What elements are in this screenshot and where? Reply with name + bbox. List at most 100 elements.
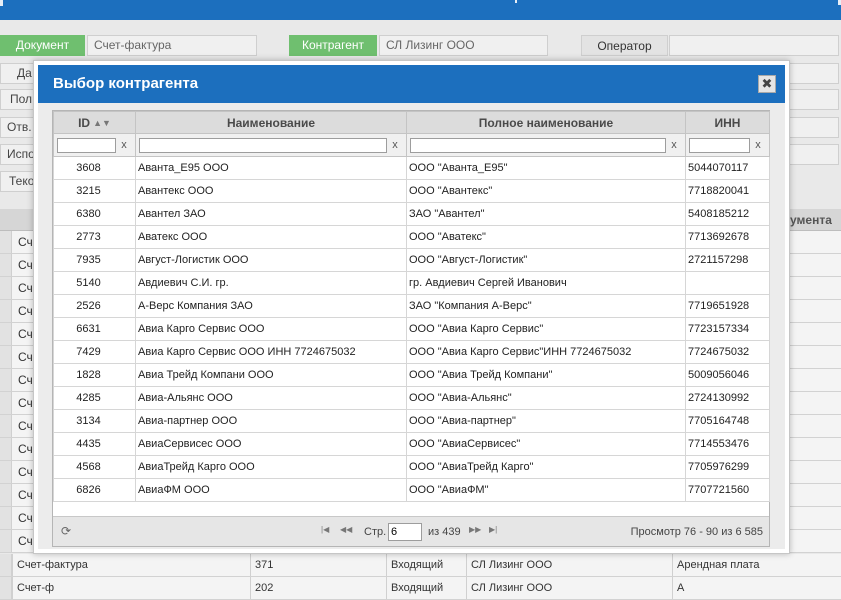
table-row[interactable]: 1828 Авиа Трейд Компани ООО ООО "Авиа Трей… [53,363,770,387]
operator-field[interactable] [669,35,839,56]
table-row[interactable]: 6826 АвиаФМ ООО ООО "АвиаФМ" 7707721560 [53,478,770,502]
filter-input-inn[interactable] [689,137,750,153]
column-header-id-label: ID [78,115,91,130]
dialog-header: Выбор контрагента ✖ [38,65,785,103]
cell-name: Авиа-Альянс ООО [135,386,407,410]
page-input[interactable] [388,523,422,541]
table-row[interactable]: 4285 Авиа-Альянс ООО ООО "Авиа-Альянс" 2724… [53,386,770,410]
cell-name: Авиа Карго Сервис ООО ИНН 7724675032 [135,340,407,364]
dialog-title: Выбор контрагента [53,75,199,92]
cell-inn: 7718820041 [685,179,770,203]
column-header-inn[interactable]: ИНН [685,111,770,134]
cell-inn: 7714553476 [685,432,770,456]
document-label: Документ [0,35,85,56]
column-header-full-name[interactable]: Полное наименование [406,111,686,134]
row-doc: Сч [18,235,33,249]
filter-input-id[interactable] [57,137,116,153]
table-row[interactable]: 4435 АвиаСервисес ООО ООО "АвиаСервисес" 77… [53,432,770,456]
document-field[interactable]: Счет-фактура [87,35,257,56]
column-header-id[interactable]: ID ▲▼ [53,111,136,134]
cell-full-name: ООО "АвиаСервисес" [406,432,686,456]
cell-id: 3215 [53,179,136,203]
table-row[interactable]: 2773 Аватекс ООО ООО "Аватекс" 7713692678 [53,225,770,249]
filter-clear-id[interactable]: x [119,139,129,151]
refresh-icon[interactable]: ⟳ [61,524,71,538]
row-gutter [0,392,12,414]
prev-page-icon[interactable]: ◀◀ [340,525,352,534]
cell-full-name: ЗАО "Компания А-Верс" [406,294,686,318]
row-gutter [0,577,12,599]
filter-row: x x x x [53,133,770,157]
filter-input-name[interactable] [139,137,387,153]
column-header-name[interactable]: Наименование [135,111,407,134]
right-field-4[interactable] [787,144,839,165]
table-row[interactable]: 7935 Август-Логистик ООО ООО "Август-Логис… [53,248,770,272]
cell-inn: 7705164748 [685,409,770,433]
row-doc: Сч [18,488,33,502]
row-counterparty: СЛ Лизинг ООО [466,554,672,576]
row-gutter [0,484,12,506]
table-row[interactable]: 3608 Аванта_Е95 ООО ООО "Аванта_Е95" 504407… [53,156,770,180]
cell-id: 7935 [53,248,136,272]
filter-clear-name[interactable]: x [390,139,400,151]
row-doc: Сч [18,396,33,410]
right-field-1[interactable] [787,63,839,84]
cell-name: АвиаФМ ООО [135,478,407,502]
cell-inn: 7705976299 [685,455,770,479]
page-label: Стр. [364,526,387,538]
cell-inn: 2724130992 [685,386,770,410]
cell-name: Авиа-партнер ООО [135,409,407,433]
row-type: Входящий [386,554,466,576]
header-row: ID ▲▼ Наименование Полное наименование ИН… [53,111,770,134]
table-row[interactable]: 7429 Авиа Карго Сервис ООО ИНН 7724675032… [53,340,770,364]
sort-icon[interactable]: ▲▼ [93,118,111,128]
next-page-icon[interactable]: ▶▶ [469,525,481,534]
filter-cell-id: x [53,133,136,157]
row-gutter [0,231,12,253]
background-table-row[interactable]: Счет-фактура 371 Входящий СЛ Лизинг ООО … [0,554,841,577]
record-count: Просмотр 76 - 90 из 6 585 [630,526,763,538]
right-field-3[interactable] [787,117,839,138]
counterparty-field[interactable]: СЛ Лизинг ООО [379,35,548,56]
cell-full-name: ООО "Авиа Карго Сервис"ИНН 7724675032 [406,340,686,364]
counterparty-dialog: Выбор контрагента ✖ ID ▲▼ Наименование По… [33,60,790,554]
cell-id: 4568 [53,455,136,479]
cell-id: 2773 [53,225,136,249]
row-doc: Счет-фактура [12,554,250,576]
row-doc: Счет-ф [12,577,250,599]
row-doc: Сч [18,304,33,318]
counterparty-table: ID ▲▼ Наименование Полное наименование ИН… [53,111,770,502]
cell-name: А-Верс Компания ЗАО [135,294,407,318]
cell-id: 3608 [53,156,136,180]
cell-full-name: ООО "Август-Логистик" [406,248,686,272]
close-icon[interactable]: ✖ [758,75,776,93]
row-gutter [0,461,12,483]
table-row[interactable]: 3134 Авиа-партнер ООО ООО "Авиа-партнер" 77… [53,409,770,433]
table-row[interactable]: 5140 Авдиевич С.И. гр. гр. Авдиевич Сергей… [53,271,770,295]
cell-inn: 5009056046 [685,363,770,387]
filter-input-full-name[interactable] [410,137,666,153]
last-page-icon[interactable]: ▶| [489,525,497,534]
filter-clear-inn[interactable]: x [753,139,763,151]
background-grid-header-label: ументa [790,213,832,227]
background-table-row[interactable]: Счет-ф 202 Входящий СЛ Лизинг ООО А [0,577,841,600]
row-doc: Сч [18,373,33,387]
first-page-icon[interactable]: |◀ [321,525,329,534]
cell-name: АвиаСервисес ООО [135,432,407,456]
filter-clear-full-name[interactable]: x [669,139,679,151]
row-doc: Сч [18,350,33,364]
table-row[interactable]: 2526 А-Верс Компания ЗАО ЗАО "Компания А-В… [53,294,770,318]
row-num: 371 [250,554,386,576]
table-row[interactable]: 6631 Авиа Карго Сервис ООО ООО "Авиа Карго… [53,317,770,341]
cell-inn: 2721157298 [685,248,770,272]
cell-inn: 7707721560 [685,478,770,502]
right-field-2[interactable] [787,89,839,110]
cell-full-name: ООО "АвиаФМ" [406,478,686,502]
table-row[interactable]: 6380 Авантел ЗАО ЗАО "Авантел" 5408185212 [53,202,770,226]
table-row[interactable]: 4568 АвиаТрейд Карго ООО ООО "АвиаТрейд Ка… [53,455,770,479]
row-gutter [0,323,12,345]
cell-id: 6826 [53,478,136,502]
table-row[interactable]: 3215 Авантекс ООО ООО "Авантекс" 7718820041 [53,179,770,203]
page-total: из 439 [428,526,461,538]
pager: ⟳ |◀ ◀◀ Стр. из 439 ▶▶ ▶| Просмотр 76 - … [53,516,769,546]
